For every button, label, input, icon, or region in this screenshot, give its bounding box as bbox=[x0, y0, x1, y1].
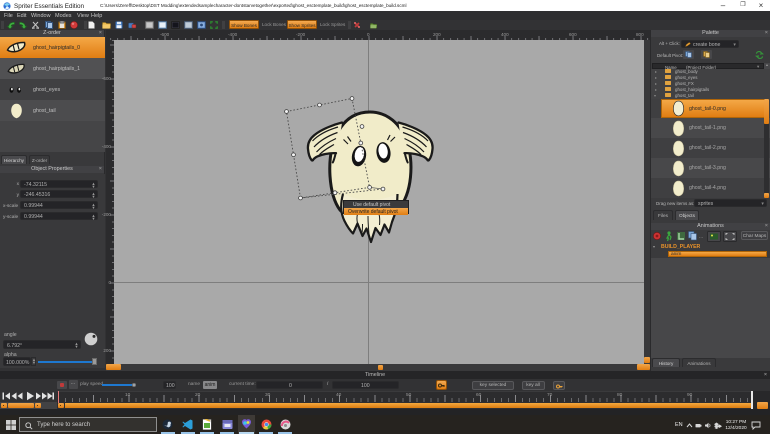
svg-text:...: ... bbox=[699, 234, 703, 240]
